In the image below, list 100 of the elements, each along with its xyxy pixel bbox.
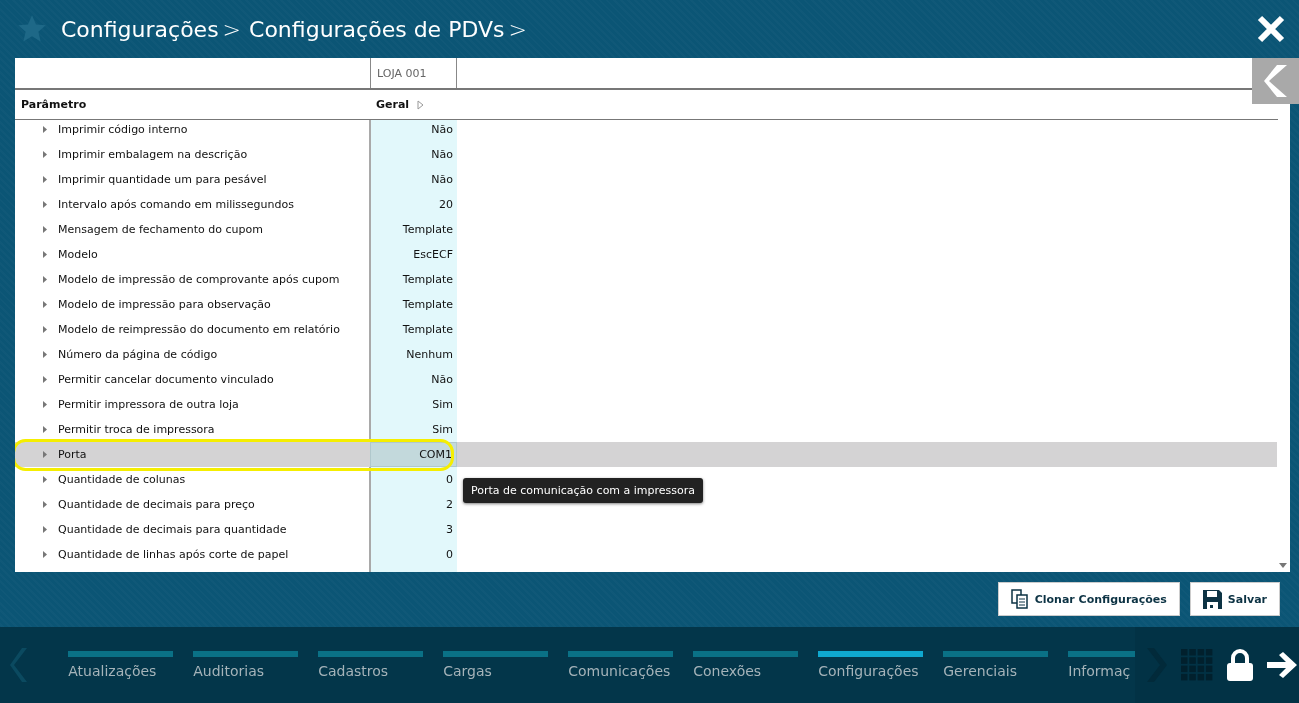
expand-icon[interactable] [43,176,47,183]
column-header: Parâmetro [20,97,88,113]
breadcrumb[interactable]: Configurações de PDVs [249,16,505,42]
parameter-cell[interactable]: Imprimir código interno [15,120,370,142]
clone-button[interactable]: Clonar Configurações [997,582,1180,616]
chevron-text: > [222,16,242,42]
nav-tab[interactable]: Comunicações [568,627,674,703]
value-cell[interactable]: 0 [370,542,457,567]
parameter-name: Permitir impressora de outra loja [58,398,239,411]
value-cell[interactable]: 0 [370,467,457,492]
tooltip: Porta de comunicação com a impressora [463,478,704,503]
nav-tab[interactable]: Atualizações [68,627,174,703]
expand-icon[interactable] [43,401,47,408]
expand-icon[interactable] [43,126,47,133]
parameter-name: Modelo de reimpressão do documento em relatório [58,323,340,336]
parameter-name: Quantidade de decimais para quantidade [58,523,287,536]
expand-icon[interactable] [417,99,425,110]
parameter-name: Imprimir quantidade um para pesável [58,173,267,186]
parameter-name: Modelo de impressão para observação [58,298,271,311]
close-button[interactable] [1255,13,1287,45]
value-cell[interactable]: Não [370,367,457,392]
chevron-text: > [508,16,527,42]
value-cell[interactable]: Template [370,217,457,242]
expand-icon[interactable] [43,451,47,458]
expand-icon[interactable] [43,376,47,383]
expand-icon[interactable] [43,551,47,558]
value-cell[interactable]: Não [370,142,457,167]
expand-icon[interactable] [43,226,47,233]
expand-icon[interactable] [43,526,47,533]
arrow-right-icon[interactable] [1267,652,1299,678]
chevron-left-icon [1262,64,1289,98]
parameter-name: Permitir troca de impressora [58,423,215,436]
expand-icon[interactable] [43,301,47,308]
parameter-cell[interactable]: Modelo de impressão para observação [15,292,370,317]
value-cell[interactable]: Template [370,292,457,317]
parameter-name: Quantidade de colunas [58,473,186,486]
lock-icon[interactable] [1227,649,1253,681]
value-cell[interactable]: COM1 [370,442,457,467]
parameter-name: Mensagem de fechamento do cupom [58,223,263,236]
parameter-cell[interactable]: Modelo de reimpressão do documento em relatório [15,317,370,342]
parameter-cell[interactable]: Quantidade de linhas após corte de papel [15,542,370,567]
parameter-name: Modelo [58,248,98,261]
value-cell[interactable]: EscECF [370,242,457,267]
parameter-cell[interactable]: Quantidade de decimais para preço [15,492,370,517]
column-title: Geral [376,98,410,111]
expand-icon[interactable] [43,326,47,333]
parameter-cell[interactable]: Número da página de código [15,342,370,367]
parameter-cell[interactable]: Permitir troca de impressora [15,417,370,442]
parameter-cell[interactable]: Porta [15,442,370,467]
parameter-name: Quantidade de decimais para preço [58,498,255,511]
parameter-cell[interactable]: Permitir cancelar documento vinculado [15,367,370,392]
value-cell[interactable]: Nenhum [370,342,457,367]
parameter-cell[interactable]: Imprimir embalagem na descrição [15,142,370,167]
scroll-down-icon[interactable] [1279,563,1287,568]
value-cell[interactable]: Template [370,267,457,292]
nav-tab[interactable]: Auditorias [193,627,299,703]
expand-icon[interactable] [43,476,47,483]
parameter-cell[interactable]: Permitir impressora de outra loja [15,392,370,417]
collapse-button[interactable] [1252,58,1299,104]
nav-tab[interactable]: Conexões [693,627,799,703]
parameter-cell[interactable]: Quantidade de colunas [15,467,370,492]
value-cell[interactable]: Sim [370,392,457,417]
parameter-cell[interactable]: Mensagem de fechamento do cupom [15,217,370,242]
expand-icon[interactable] [43,251,47,258]
expand-icon[interactable] [43,501,47,508]
nav-tab[interactable]: Configurações [818,627,924,703]
value-cell[interactable]: 2 [370,492,457,517]
nav-tab[interactable]: Cargas [443,627,549,703]
value-cell[interactable]: Não [370,120,457,142]
parameter-name: Imprimir embalagem na descrição [58,148,248,161]
value-cell[interactable]: 20 [370,192,457,217]
group-header: LOJA 001 [370,58,457,88]
column-header[interactable]: Geral [370,90,457,119]
parameter-name: Porta [58,448,87,461]
value-cell[interactable]: Sim [370,417,457,442]
parameter-cell[interactable]: Modelo [15,242,370,267]
expand-icon[interactable] [43,201,47,208]
nav-tab[interactable]: Gerenciais [943,627,1049,703]
value-cell[interactable]: Não [370,167,457,192]
parameter-name: Modelo de impressão de comprovante após cupom [58,273,340,286]
parameter-name: Quantidade de linhas após corte de papel [58,548,289,561]
value-cell[interactable]: 3 [370,517,457,542]
parameter-name: Intervalo após comando em milissegundos [58,198,294,211]
close-icon [1255,13,1287,45]
documents-icon [1010,589,1029,609]
expand-icon[interactable] [43,426,47,433]
value-cell[interactable]: Template [370,317,457,342]
expand-icon[interactable] [43,151,47,158]
nav-tab[interactable]: Cadastros [318,627,424,703]
breadcrumb[interactable]: Configurações [61,16,219,42]
expand-icon[interactable] [43,276,47,283]
save-button[interactable]: Salvar [1189,582,1280,616]
parameter-cell[interactable]: Quantidade de decimais para quantidade [15,517,370,542]
parameter-name: Imprimir código interno [58,123,188,136]
parameter-cell[interactable]: Modelo de impressão de comprovante após cupom [15,267,370,292]
parameter-name: Permitir cancelar documento vinculado [58,373,274,386]
parameter-cell[interactable]: Intervalo após comando em milissegundos [15,192,370,217]
parameter-name: Número da página de código [58,348,218,361]
parameter-cell[interactable]: Imprimir quantidade um para pesável [15,167,370,192]
expand-icon[interactable] [43,351,47,358]
